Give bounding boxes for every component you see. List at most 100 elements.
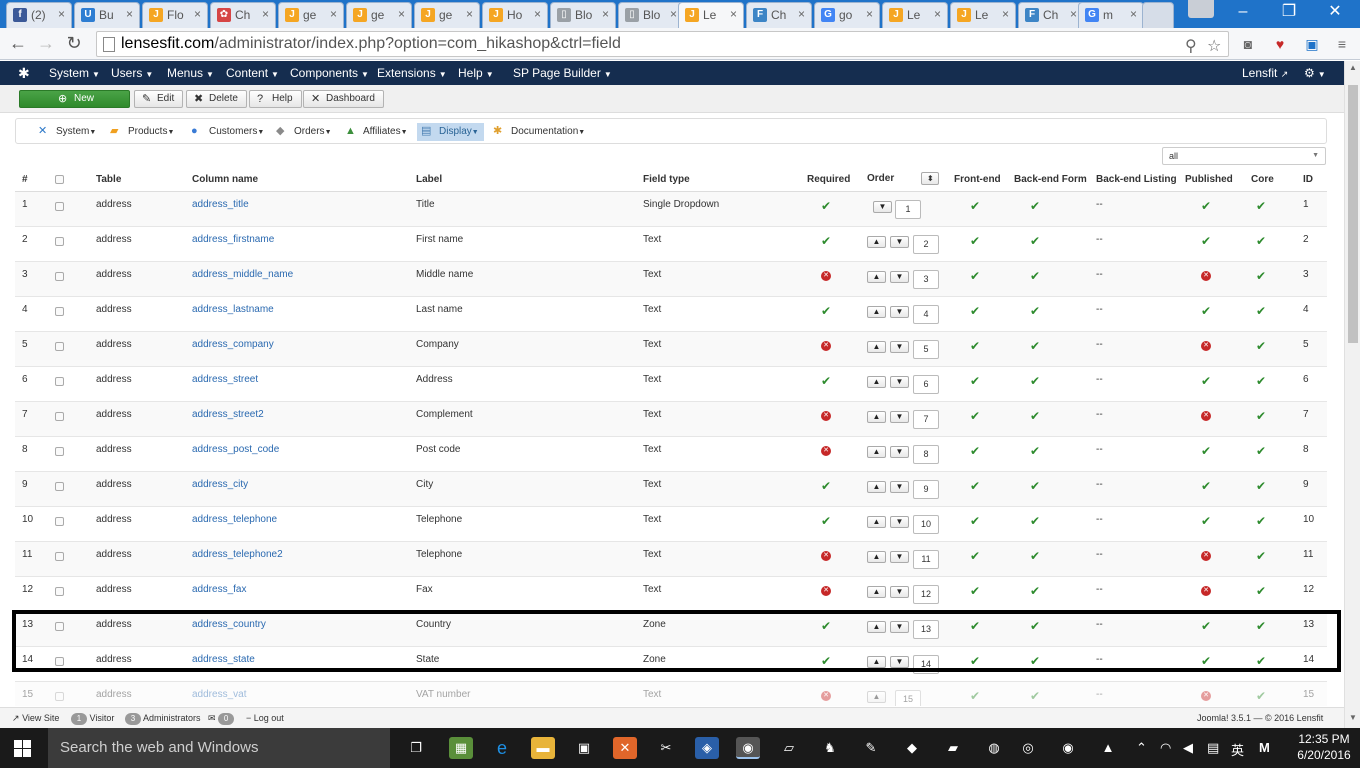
published-cross-icon[interactable]: ✕: [1201, 410, 1211, 421]
column-name-link[interactable]: address_state: [192, 654, 255, 665]
spreadsheet-app-icon[interactable]: ▦: [449, 737, 473, 759]
row-checkbox[interactable]: [55, 236, 64, 246]
move-down-icon[interactable]: ▼: [890, 480, 909, 493]
move-up-icon[interactable]: ▲: [867, 445, 886, 458]
published-check-icon[interactable]: ✔: [1201, 514, 1211, 528]
browser-tab[interactable]: Jge ×: [414, 2, 480, 28]
backend-form-check-icon[interactable]: ✔: [1030, 689, 1040, 703]
core-check-icon[interactable]: ✔: [1256, 444, 1266, 458]
core-check-icon[interactable]: ✔: [1256, 269, 1266, 283]
taskbar-clock[interactable]: 12:35 PM 6/20/2016: [1294, 731, 1354, 763]
table-row[interactable]: 12 address address_fax Fax Text ✕ ▲ ▼ 12 ✔ ✔ -- ✕ ✔ 12: [15, 576, 1327, 612]
row-checkbox[interactable]: [55, 481, 64, 491]
move-up-icon[interactable]: ▲: [867, 270, 886, 283]
frontend-check-icon[interactable]: ✔: [970, 409, 980, 423]
column-name-link[interactable]: address_vat: [192, 689, 246, 700]
move-up-icon[interactable]: ▲: [867, 305, 886, 318]
reload-icon[interactable]: ↻: [64, 34, 84, 54]
frontend-check-icon[interactable]: ✔: [970, 339, 980, 353]
wifi-icon[interactable]: ◠: [1160, 740, 1171, 756]
column-name-link[interactable]: address_title: [192, 199, 249, 210]
delete-button[interactable]: ✖ Delete: [186, 90, 247, 108]
move-up-icon[interactable]: ▲: [867, 235, 886, 248]
browser-tab[interactable]: J Le ×: [882, 2, 948, 28]
backend-form-check-icon[interactable]: ✔: [1030, 339, 1040, 353]
move-up-icon[interactable]: ▲: [867, 480, 886, 493]
browser-tab[interactable]: F Ch ×: [1018, 2, 1084, 28]
browser-tab[interactable]: J Flo ×: [142, 2, 208, 28]
frontend-check-icon[interactable]: ✔: [970, 654, 980, 668]
close-tab-icon[interactable]: ×: [1130, 7, 1137, 21]
chrome-icon[interactable]: ◉: [736, 737, 760, 759]
menu-components[interactable]: Components ▼: [290, 66, 369, 80]
table-row[interactable]: 10 address address_telephone Telephone Text ✔…: [15, 506, 1327, 542]
column-name-link[interactable]: address_company: [192, 339, 274, 350]
browser-tab[interactable]: Ggo ×: [814, 2, 880, 28]
row-checkbox[interactable]: [55, 341, 64, 351]
move-down-icon[interactable]: ▼: [890, 375, 909, 388]
move-up-icon[interactable]: ▲: [867, 690, 886, 703]
frontend-check-icon[interactable]: ✔: [970, 304, 980, 318]
table-row[interactable]: 3 address address_middle_name Middle name Te…: [15, 261, 1327, 297]
browser-tab[interactable]: Jge ×: [278, 2, 344, 28]
move-down-icon[interactable]: ▼: [890, 620, 909, 633]
frontend-check-icon[interactable]: ✔: [970, 269, 980, 283]
order-input[interactable]: 1: [895, 199, 921, 219]
published-check-icon[interactable]: ✔: [1201, 234, 1211, 248]
core-check-icon[interactable]: ✔: [1256, 479, 1266, 493]
order-input[interactable]: 11: [913, 549, 939, 569]
column-name-link[interactable]: address_firstname: [192, 234, 274, 245]
core-check-icon[interactable]: ✔: [1256, 654, 1266, 668]
published-check-icon[interactable]: ✔: [1201, 374, 1211, 388]
close-tab-icon[interactable]: ×: [126, 7, 133, 21]
menu-help[interactable]: Help ▼: [458, 66, 494, 80]
menu-system[interactable]: System ▼: [49, 66, 100, 80]
core-check-icon[interactable]: ✔: [1256, 409, 1266, 423]
order-input[interactable]: 13: [913, 619, 939, 639]
hikashop-menu-affiliates[interactable]: ▲ Affiliates▼: [341, 123, 413, 141]
table-row[interactable]: 9 address address_city City Text ✔ ▲ ▼ 9 ✔ ✔ -- ✔ ✔ 9: [15, 471, 1327, 507]
frontend-check-icon[interactable]: ✔: [970, 444, 980, 458]
required-cross-icon[interactable]: ✕: [821, 445, 831, 456]
move-down-icon[interactable]: ▼: [890, 410, 909, 423]
backend-form-check-icon[interactable]: ✔: [1030, 444, 1040, 458]
menu-users[interactable]: Users ▼: [111, 66, 153, 80]
published-check-icon[interactable]: ✔: [1201, 444, 1211, 458]
ime-indicator[interactable]: 英: [1231, 740, 1244, 759]
required-check-icon[interactable]: ✔: [821, 479, 831, 493]
edit-button[interactable]: ✎ Edit: [134, 90, 184, 108]
move-up-icon[interactable]: ▲: [867, 585, 886, 598]
required-check-icon[interactable]: ✔: [821, 654, 831, 668]
core-check-icon[interactable]: ✔: [1256, 304, 1266, 318]
help-button[interactable]: ? Help: [249, 90, 302, 108]
column-name-link[interactable]: address_telephone: [192, 514, 277, 525]
close-tab-icon[interactable]: ×: [194, 7, 201, 21]
notes-icon[interactable]: ▱: [777, 737, 801, 759]
close-window-icon[interactable]: ✕: [1312, 0, 1358, 24]
close-tab-icon[interactable]: ×: [670, 7, 677, 21]
table-row[interactable]: 13 address address_country Country Zone ✔ ▲ ▼ 13…: [15, 611, 1327, 647]
hikashop-menu-customers[interactable]: ● Customers▼: [187, 123, 269, 141]
required-check-icon[interactable]: ✔: [821, 234, 831, 248]
published-check-icon[interactable]: ✔: [1201, 199, 1211, 213]
browser-tab[interactable]: ▯ Blo ×: [618, 2, 684, 28]
frontend-check-icon[interactable]: ✔: [970, 199, 980, 213]
close-tab-icon[interactable]: ×: [534, 7, 541, 21]
frontend-check-icon[interactable]: ✔: [970, 514, 980, 528]
move-down-icon[interactable]: ▼: [890, 585, 909, 598]
required-check-icon[interactable]: ✔: [821, 304, 831, 318]
backend-form-check-icon[interactable]: ✔: [1030, 549, 1040, 563]
star-icon[interactable]: ☆: [1207, 36, 1221, 56]
core-check-icon[interactable]: ✔: [1256, 234, 1266, 248]
browser-tab[interactable]: J Ho ×: [482, 2, 548, 28]
view-site-link[interactable]: ↗ View Site: [12, 713, 59, 724]
menu-icon[interactable]: ≡: [1332, 34, 1352, 54]
hikashop-menu-system[interactable]: ✕ System▼: [34, 123, 101, 141]
settings-menu[interactable]: ⚙ ▼: [1304, 66, 1326, 80]
core-check-icon[interactable]: ✔: [1256, 514, 1266, 528]
frontend-check-icon[interactable]: ✔: [970, 689, 980, 703]
published-cross-icon[interactable]: ✕: [1201, 585, 1211, 596]
move-up-icon[interactable]: ▲: [867, 655, 886, 668]
column-name-link[interactable]: address_street2: [192, 409, 264, 420]
core-check-icon[interactable]: ✔: [1256, 549, 1266, 563]
